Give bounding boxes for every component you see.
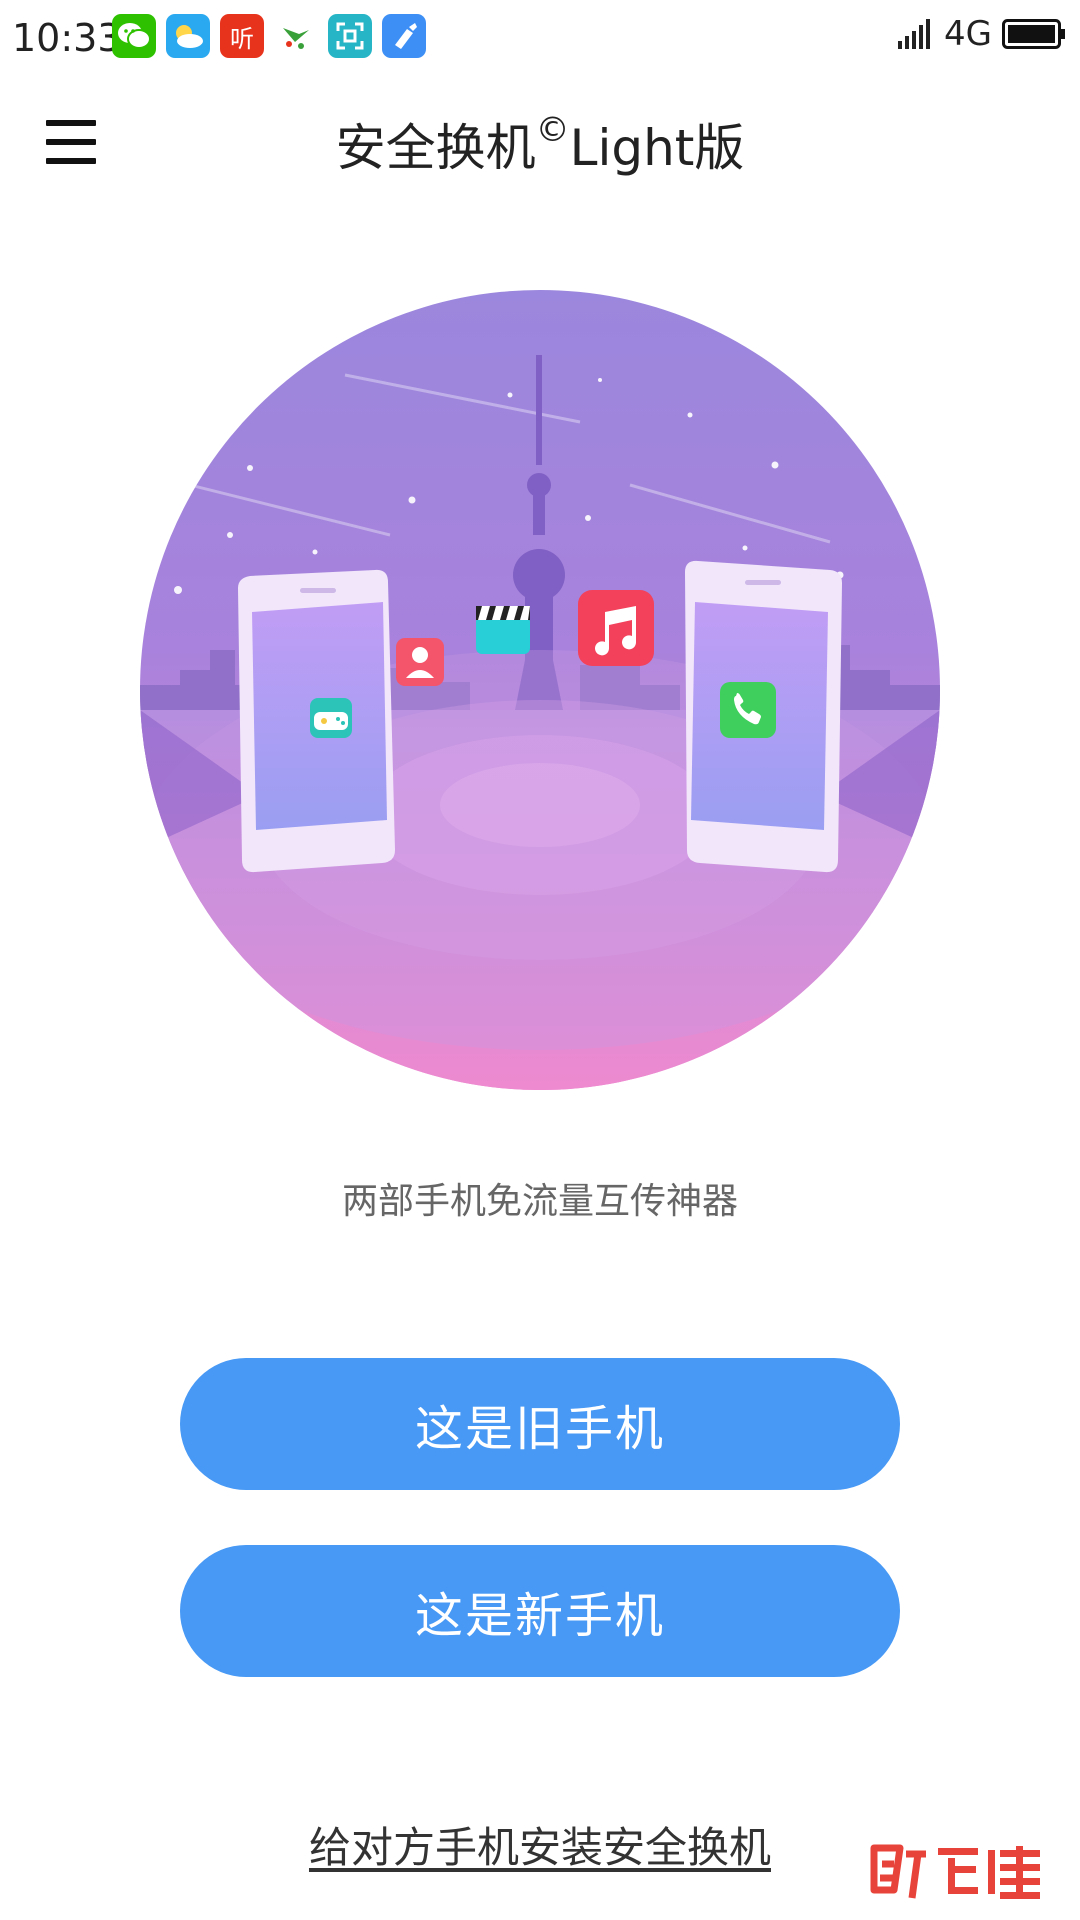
screen: 10:33 听 4G 安全换机©Light版 两部手机免流量互传神器 这是旧手机… — [0, 0, 1080, 1920]
app-header: 安全换机©Light版 — [0, 90, 1080, 200]
battery-icon — [1002, 19, 1065, 49]
new-phone-button[interactable]: 这是新手机 — [180, 1545, 900, 1677]
title-suffix: Light版 — [569, 119, 745, 177]
phone-call-icon — [720, 682, 776, 738]
contact-icon — [396, 638, 444, 686]
status-right: 4G — [898, 14, 1066, 54]
status-bar: 10:33 听 4G — [0, 0, 1080, 76]
status-time: 10:33 — [12, 16, 122, 60]
app-title: 安全换机©Light版 — [0, 108, 1080, 180]
hero-illustration — [140, 290, 940, 1090]
listen-app-icon: 听 — [220, 14, 264, 58]
right-phone — [685, 560, 842, 873]
music-icon — [578, 590, 654, 666]
scan-icon — [328, 14, 372, 58]
old-phone-button[interactable]: 这是旧手机 — [180, 1358, 900, 1490]
left-phone — [238, 569, 395, 873]
wechat-icon — [112, 14, 156, 58]
cleaner-icon — [382, 14, 426, 58]
copyright-mark: © — [535, 110, 570, 150]
network-type: 4G — [944, 14, 992, 54]
notification-icons: 听 — [112, 14, 426, 58]
weather-icon — [166, 14, 210, 58]
watermark-logo — [870, 1844, 1040, 1899]
signal-icon — [898, 19, 931, 49]
title-main: 安全换机 — [335, 119, 536, 177]
bird-app-icon — [274, 14, 318, 58]
game-icon — [310, 698, 352, 738]
video-icon — [476, 606, 530, 654]
tagline: 两部手机免流量互传神器 — [341, 1181, 738, 1222]
